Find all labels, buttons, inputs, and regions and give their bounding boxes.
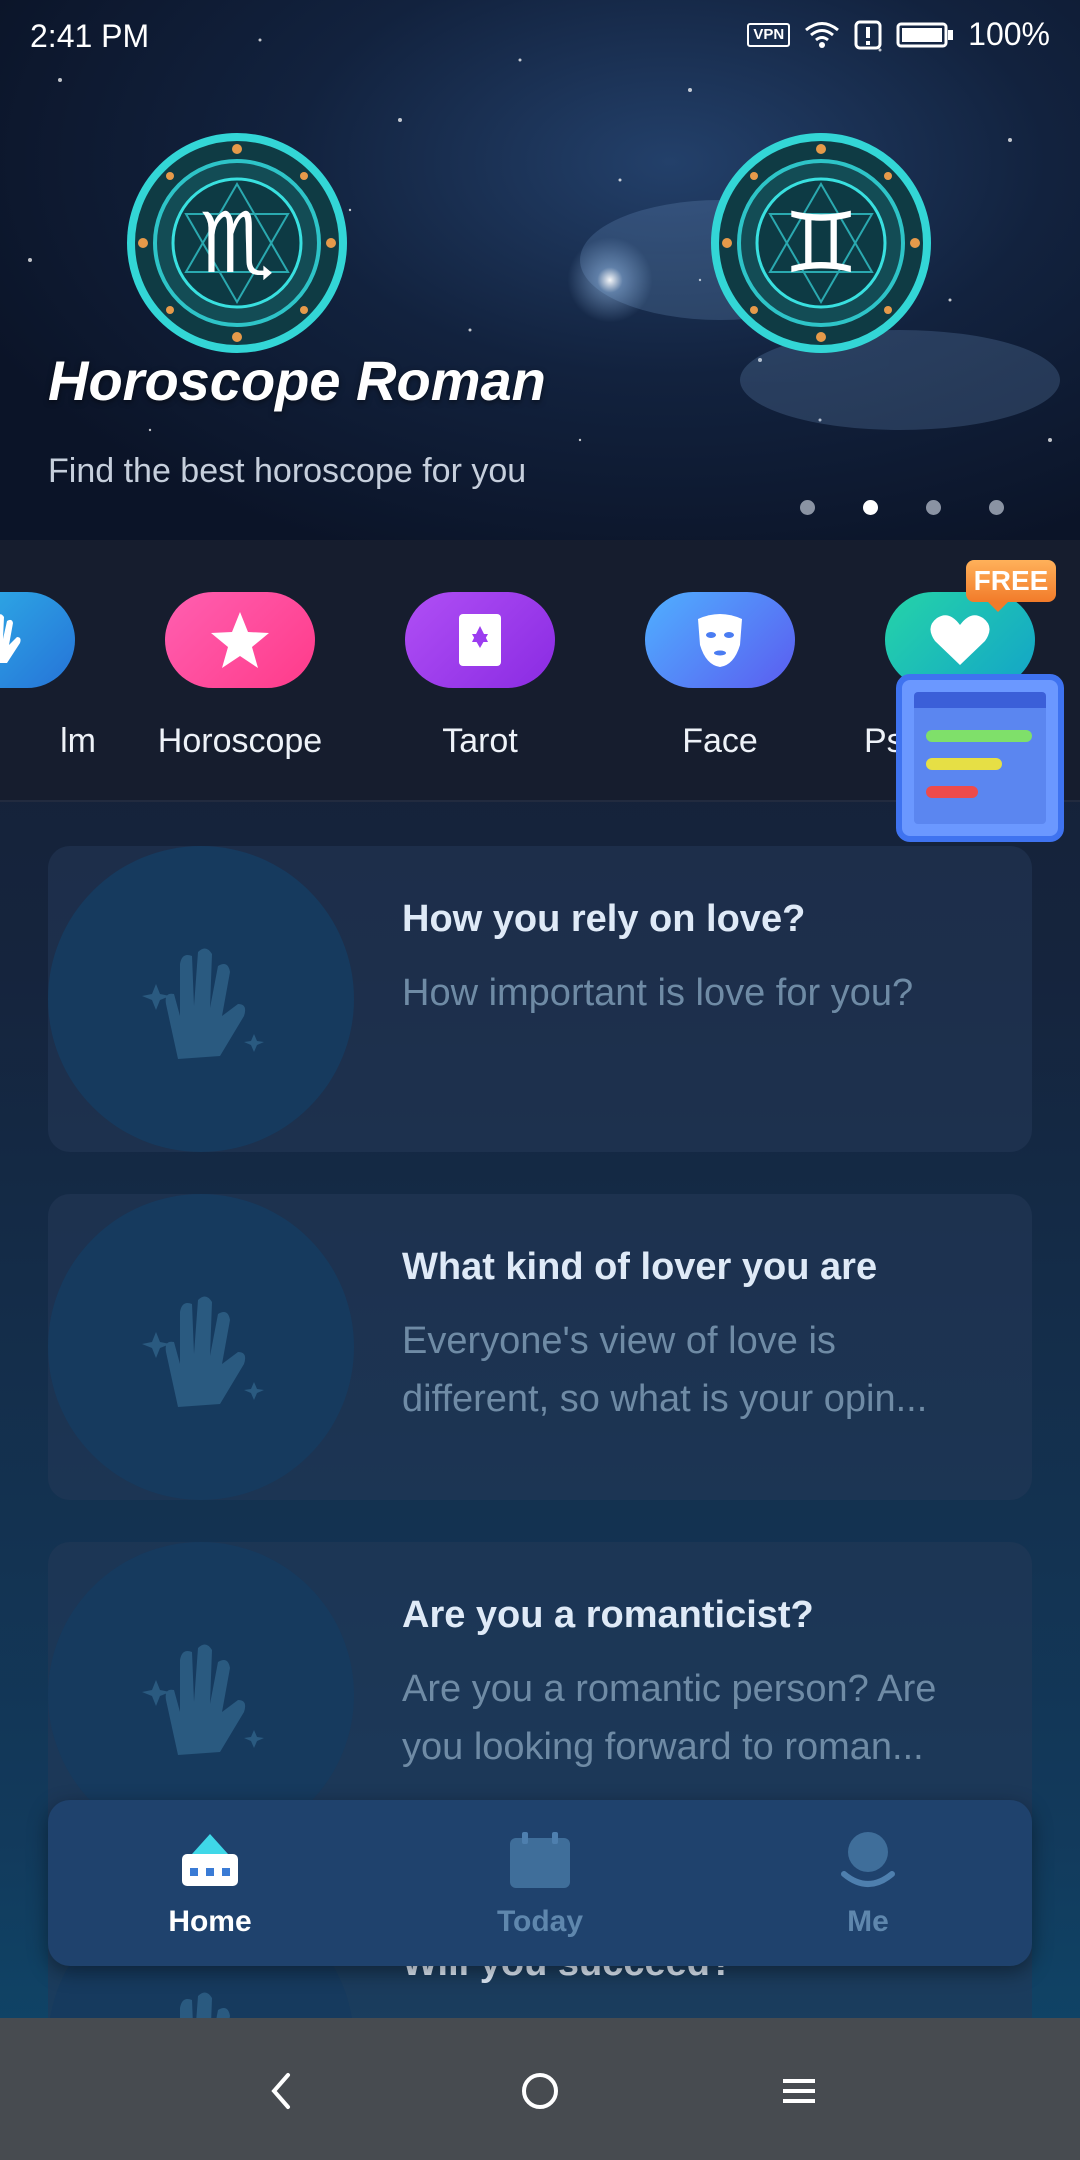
hero-banner[interactable]: ♏ ♊ Horoscope Roman Find the best horosc… [0,0,1080,540]
card-description: Are you a romantic person? Are you looki… [402,1660,1002,1776]
card-title: Are you a romanticist? [402,1594,814,1636]
card-description: Everyone's view of love is different, so… [402,1312,1002,1428]
widget-bar-yellow [926,758,1002,770]
carousel-indicator [800,500,1004,515]
palm-hand-icon [0,592,75,688]
palm-hand-icon [142,1644,264,1755]
palm-hand-icon [142,1296,264,1407]
tab-label: Today [496,1905,584,1938]
palm-hand-icon [142,948,264,1059]
vpn-icon: VPN [747,22,791,47]
widget-bar-red [926,786,978,798]
category-label: Face [682,722,758,760]
svg-text:♏: ♏ [199,194,274,292]
wifi-icon [805,21,840,48]
category-face[interactable]: Face [620,592,820,761]
battery-icon [896,22,954,47]
card-desc-line: you looking forward to roman... [402,1726,924,1768]
hero-title: Horoscope Roman [48,349,546,412]
free-badge: FREE [966,560,1056,612]
carousel-dot[interactable] [800,500,815,515]
carousel-dot-active[interactable] [863,500,878,515]
hero-subtitle: Find the best horoscope for you [48,452,527,490]
report-widget-icon[interactable] [896,674,1064,842]
status-bar: 2:41 PM VPN 100% [0,0,1080,72]
widget-body [914,692,1046,824]
category-label: lm [60,722,96,760]
card-description: How important is love for you? [402,964,1002,1022]
card-desc-line: Everyone's view of love is [402,1320,836,1362]
gemini-icon: ♊ [711,133,931,353]
card-title: What kind of lover you are [402,1246,878,1288]
carousel-dot[interactable] [926,500,941,515]
tab-home[interactable]: Home [110,1830,310,1939]
card-desc-line: Are you a romantic person? Are [402,1668,937,1710]
status-time: 2:41 PM [30,18,150,54]
profile-icon [841,1832,895,1887]
category-palm[interactable]: lm [0,592,100,761]
home-icon [182,1834,238,1886]
category-tarot[interactable]: Tarot [380,592,580,761]
alert-icon [854,20,882,49]
card-image [48,1194,354,1500]
tab-label: Home [168,1905,252,1938]
carousel-dot[interactable] [989,500,1004,515]
card-desc-line: How important is love for you? [402,972,914,1014]
battery-percent: 100% [968,16,1050,52]
menu-icon[interactable] [764,2056,834,2126]
svg-text:♊: ♊ [783,194,858,292]
tab-label: Me [847,1905,889,1938]
status-icons: VPN 100% [747,16,1050,53]
card-title: How you rely on love? [402,898,806,940]
card-image [48,846,354,1152]
quiz-card[interactable]: How you rely on love? How important is l… [48,846,1032,1152]
quiz-card[interactable]: What kind of lover you are Everyone's vi… [48,1194,1032,1500]
calendar-icon [510,1832,570,1888]
back-icon[interactable] [246,2056,316,2126]
tab-today[interactable]: Today [440,1830,640,1939]
face-mask-icon [645,592,795,688]
star-glow [560,230,660,330]
category-label: Horoscope [157,722,323,760]
card-desc-line: different, so what is your opin... [402,1378,928,1420]
category-horoscope[interactable]: Horoscope [140,592,340,761]
widget-bar-green [926,730,1032,742]
category-label: Tarot [442,722,518,760]
tab-me[interactable]: Me [768,1830,968,1939]
app-screen: ♏ ♊ Horoscope Roman Find the best horosc… [0,0,1080,2160]
home-circle-icon[interactable] [505,2056,575,2126]
scorpio-icon: ♏ [127,133,347,353]
system-nav-bar [0,2018,1080,2160]
star-icon [165,592,315,688]
tarot-card-icon [405,592,555,688]
bottom-tab-bar: Home Today Me [48,1800,1032,1966]
